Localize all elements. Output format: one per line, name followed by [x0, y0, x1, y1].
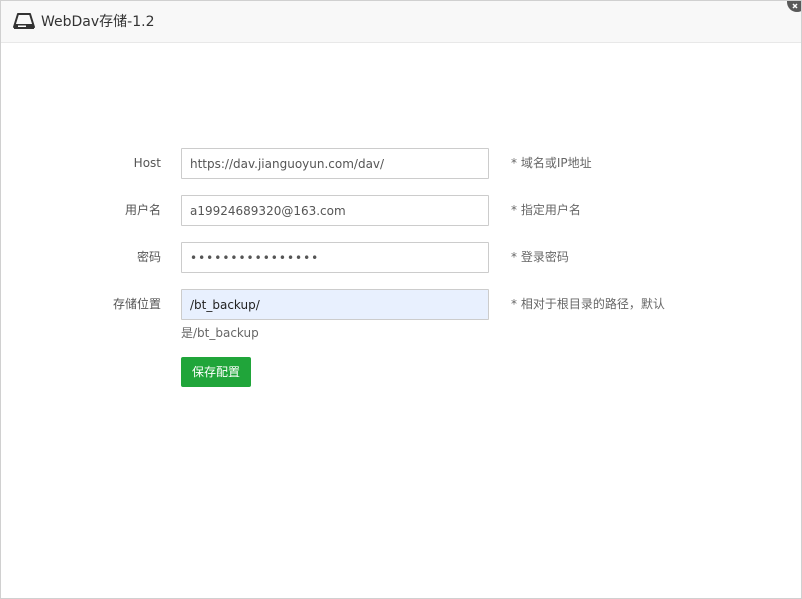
- username-hint: * 指定用户名: [511, 203, 581, 217]
- path-label: 存储位置: [112, 297, 161, 311]
- password-row: 密码 * 登录密码: [1, 242, 801, 273]
- path-input[interactable]: [181, 289, 489, 320]
- password-label: 密码: [136, 250, 161, 264]
- cloud-drive-icon: [13, 13, 35, 29]
- close-icon: [792, 3, 798, 9]
- host-input[interactable]: [181, 148, 489, 179]
- path-hint-continuation: 是/bt_backup: [181, 326, 259, 340]
- password-hint: * 登录密码: [511, 250, 569, 264]
- path-row: 存储位置 * 相对于根目录的路径，默认: [1, 289, 801, 320]
- window-title: WebDav存储-1.2: [41, 14, 155, 30]
- host-label: Host: [133, 156, 161, 170]
- username-input[interactable]: [181, 195, 489, 226]
- username-label: 用户名: [124, 203, 161, 217]
- path-hint: * 相对于根目录的路径，默认: [511, 297, 665, 311]
- password-input[interactable]: [181, 242, 489, 273]
- host-row: Host * 域名或IP地址: [1, 148, 801, 179]
- title-bar: WebDav存储-1.2: [1, 1, 801, 43]
- webdav-dialog: WebDav存储-1.2 Host * 域名或IP地址 用户名 * 指定用户名 …: [0, 0, 802, 599]
- save-config-button[interactable]: 保存配置: [181, 357, 251, 387]
- host-hint: * 域名或IP地址: [511, 156, 592, 170]
- username-row: 用户名 * 指定用户名: [1, 195, 801, 226]
- close-button[interactable]: [787, 1, 801, 12]
